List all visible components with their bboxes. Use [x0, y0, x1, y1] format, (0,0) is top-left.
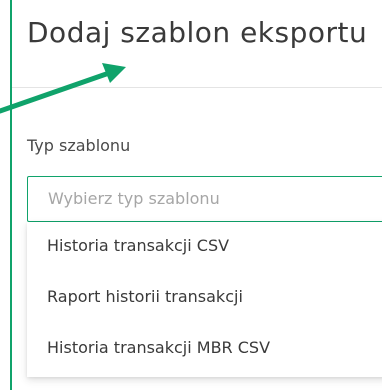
template-type-select[interactable]: Wybierz typ szablonu: [27, 176, 382, 222]
arrow-annotation-icon: [0, 63, 126, 114]
dropdown-option-csv[interactable]: Historia transakcji CSV: [27, 222, 382, 274]
dialog-title: Dodaj szablon eksportu: [27, 16, 368, 49]
dropdown-option-label: Raport historii transakcji: [47, 287, 243, 306]
dropdown-option-report[interactable]: Raport historii transakcji: [27, 273, 382, 325]
arrow-annotation-shaft: [0, 69, 115, 114]
dropdown-option-mbr-csv[interactable]: Historia transakcji MBR CSV: [27, 324, 382, 376]
dropdown-option-label: Historia transakcji CSV: [47, 236, 230, 255]
template-type-label: Typ szablonu: [27, 136, 131, 155]
export-template-dialog: Dodaj szablon eksportu Typ szablonu Wybi…: [0, 0, 382, 390]
dropdown-option-label: Historia transakcji MBR CSV: [47, 338, 271, 357]
template-type-placeholder: Wybierz typ szablonu: [48, 189, 220, 208]
template-type-dropdown: Historia transakcji CSV Raport historii …: [27, 222, 382, 377]
